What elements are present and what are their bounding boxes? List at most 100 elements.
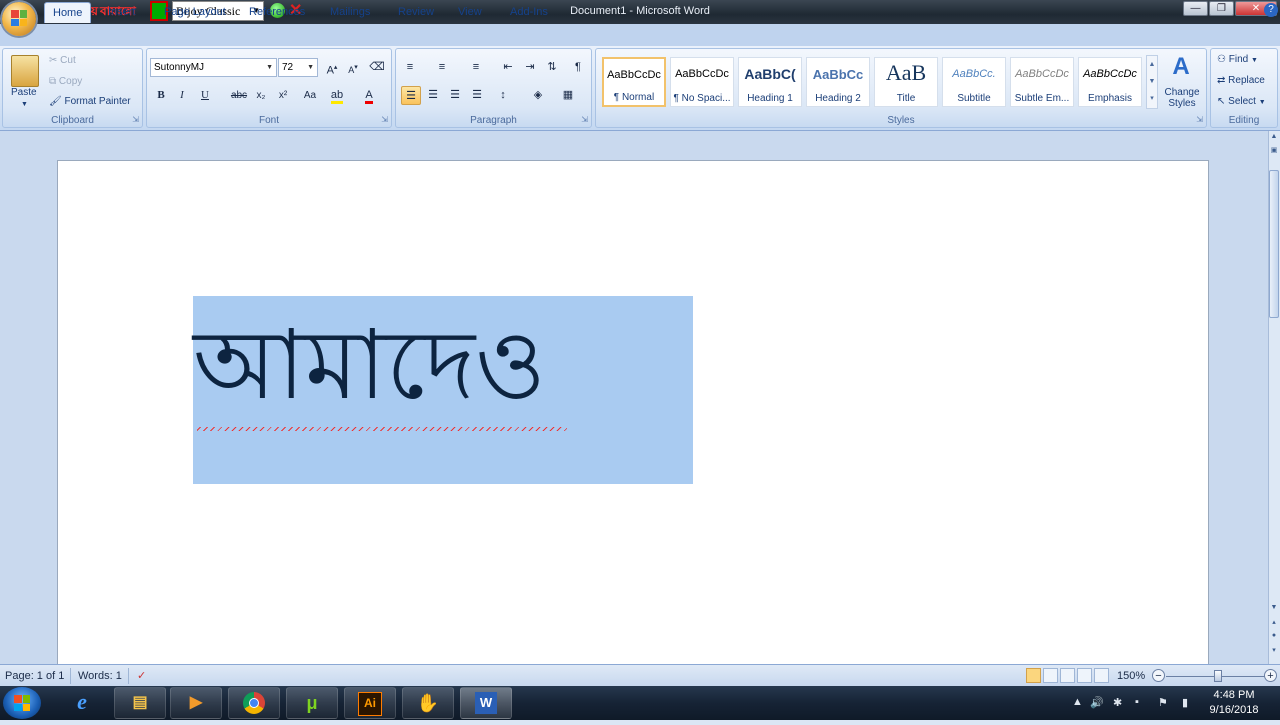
bluetooth-icon[interactable]: ✱	[1113, 696, 1122, 709]
style-subtitle[interactable]: AaBbCc. Subtitle	[942, 57, 1006, 107]
print-layout-view-icon[interactable]	[1026, 668, 1041, 683]
multilevel-list-icon[interactable]: ≡	[466, 58, 486, 77]
tab-references[interactable]: References	[241, 2, 313, 22]
style-heading-1[interactable]: AaBbC( Heading 1	[738, 57, 802, 107]
grow-font-button[interactable]: A▴	[322, 58, 342, 77]
document-text[interactable]: আমাদেও	[193, 290, 546, 440]
maximize-button[interactable]: ❐	[1209, 1, 1234, 16]
tab-insert[interactable]: Insert	[100, 2, 144, 22]
volume-icon[interactable]: 🔊	[1090, 696, 1104, 709]
office-button[interactable]	[2, 2, 36, 36]
hand-app-icon[interactable]: ✋	[402, 687, 454, 719]
word-count[interactable]: Words: 1	[78, 668, 122, 684]
style-no-spacing[interactable]: AaBbCcDc ¶ No Spaci...	[670, 57, 734, 107]
vertical-scroll-thumb[interactable]	[1269, 170, 1279, 318]
style-title[interactable]: AaB Title	[874, 57, 938, 107]
zoom-slider-thumb[interactable]	[1214, 670, 1222, 682]
decrease-indent-icon[interactable]: ⇤	[498, 58, 518, 77]
page-count[interactable]: Page: 1 of 1	[5, 668, 64, 684]
zoom-out-icon[interactable]: −	[1152, 669, 1165, 682]
font-color-icon[interactable]: A	[359, 86, 379, 105]
align-right-icon[interactable]: ☰	[445, 86, 465, 105]
tab-review[interactable]: Review	[390, 2, 442, 22]
minimize-button[interactable]: —	[1183, 1, 1208, 16]
dialog-launcher-icon[interactable]: ⇲	[581, 115, 588, 124]
font-family-select[interactable]: SutonnyMJ ▼	[150, 58, 277, 77]
shrink-font-button[interactable]: A▾	[343, 58, 363, 77]
show-formatting-button[interactable]: ¶	[568, 58, 588, 77]
tab-mailings[interactable]: Mailings	[322, 2, 378, 22]
word-taskbar-icon[interactable]: W	[460, 687, 512, 719]
outline-view-icon[interactable]	[1077, 668, 1092, 683]
clear-formatting-icon[interactable]: ⌫	[367, 58, 387, 77]
style-normal[interactable]: AaBbCcDc ¶ Normal	[602, 57, 666, 107]
subscript-button[interactable]: x₂	[251, 86, 271, 105]
action-center-icon[interactable]: ⚑	[1158, 696, 1168, 709]
previous-page-icon[interactable]: ▴	[1268, 618, 1280, 626]
paragraph-group-label: Paragraph	[470, 115, 517, 126]
tab-home[interactable]: Home	[44, 2, 92, 23]
proofing-icon[interactable]: ✓	[137, 668, 146, 684]
zoom-level[interactable]: 150%	[1117, 668, 1145, 684]
internet-explorer-icon[interactable]: e	[56, 687, 108, 719]
chrome-icon[interactable]	[228, 687, 280, 719]
italic-button[interactable]: I	[172, 86, 192, 105]
select-button[interactable]: ↖ Select ▼	[1217, 96, 1266, 107]
zoom-in-icon[interactable]: +	[1264, 669, 1277, 682]
media-player-icon[interactable]: ▶	[170, 687, 222, 719]
align-left-icon[interactable]: ☰	[401, 86, 421, 105]
style-heading-2[interactable]: AaBbCc Heading 2	[806, 57, 870, 107]
dialog-launcher-icon[interactable]: ⇲	[132, 115, 139, 124]
change-case-button[interactable]: Aa	[297, 86, 323, 105]
help-icon[interactable]: ?	[1264, 3, 1278, 17]
sort-icon[interactable]: ⇅	[542, 58, 562, 77]
file-explorer-icon[interactable]: ▤	[114, 687, 166, 719]
dialog-launcher-icon[interactable]: ⇲	[381, 115, 388, 124]
borders-icon[interactable]: ▦	[558, 86, 578, 105]
superscript-button[interactable]: x²	[273, 86, 293, 105]
network-icon[interactable]: ▪	[1135, 696, 1139, 708]
dialog-launcher-icon[interactable]: ⇲	[1196, 115, 1203, 124]
draft-view-icon[interactable]	[1094, 668, 1109, 683]
font-size-select[interactable]: 72 ▼	[278, 58, 318, 77]
format-painter-label: Format Painter	[64, 96, 131, 107]
bold-button[interactable]: B	[151, 86, 171, 105]
utorrent-icon[interactable]: μ	[286, 687, 338, 719]
change-styles-icon: A	[1172, 53, 1190, 80]
replace-button[interactable]: ⇄ Replace	[1217, 75, 1265, 86]
browse-object-icon[interactable]: ●	[1268, 632, 1280, 639]
tab-add-ins[interactable]: Add-Ins	[502, 2, 556, 22]
align-center-icon[interactable]: ☰	[423, 86, 443, 105]
web-layout-icon[interactable]	[1060, 668, 1075, 683]
highlight-icon[interactable]: ab	[327, 86, 347, 105]
full-screen-reading-icon[interactable]	[1043, 668, 1058, 683]
scroll-down-icon[interactable]: ▼	[1268, 604, 1280, 611]
style-emphasis[interactable]: AaBbCcDc Emphasis	[1078, 57, 1142, 107]
paste-button[interactable]: Paste	[11, 87, 37, 98]
style-subtle-emphasis[interactable]: AaBbCcDc Subtle Em...	[1010, 57, 1074, 107]
underline-button[interactable]: U	[195, 86, 215, 105]
tab-view[interactable]: View	[450, 2, 490, 22]
increase-indent-icon[interactable]: ⇥	[520, 58, 540, 77]
tab-page-layout[interactable]: Page Layout	[156, 2, 234, 22]
next-page-icon[interactable]: ▾	[1268, 646, 1280, 654]
strikethrough-button[interactable]: abc	[229, 86, 249, 105]
styles-gallery-scroll[interactable]: ▲ ▼ ▾	[1146, 55, 1158, 109]
change-styles-button[interactable]: Change Styles	[1160, 87, 1204, 109]
cut-button[interactable]: ✂ Cut	[49, 55, 76, 66]
start-button[interactable]	[3, 687, 41, 719]
line-spacing-icon[interactable]: ↕	[493, 86, 513, 105]
copy-button[interactable]: ⧉ Copy	[49, 76, 82, 87]
clock[interactable]: 4:48 PM 9/16/2018	[1202, 688, 1266, 718]
numbering-icon[interactable]: ≡	[432, 58, 452, 77]
find-button[interactable]: ⚇ Find ▼	[1217, 54, 1258, 65]
show-hidden-icons[interactable]: ▲	[1072, 696, 1083, 708]
illustrator-icon[interactable]: Ai	[344, 687, 396, 719]
format-painter-button[interactable]: 🖌 Format Painter	[49, 96, 131, 107]
shading-icon[interactable]: ◈	[528, 86, 548, 105]
scroll-up-icon[interactable]: ▲	[1268, 133, 1280, 140]
view-ruler-icon[interactable]: ▣	[1268, 146, 1280, 154]
bullets-icon[interactable]: ≡	[400, 58, 420, 77]
justify-icon[interactable]: ☰	[467, 86, 487, 105]
battery-icon[interactable]: ▮	[1182, 696, 1188, 709]
